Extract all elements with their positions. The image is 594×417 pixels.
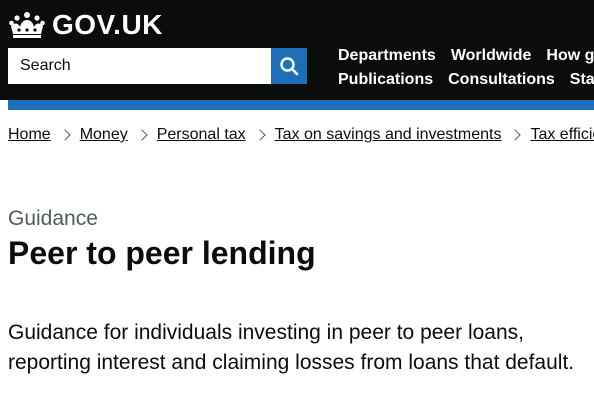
breadcrumb-money[interactable]: Money bbox=[80, 126, 128, 144]
breadcrumb-tax-efficient-savings[interactable]: Tax efficient savings and investments bbox=[530, 126, 594, 144]
site-header: GOV.UK Departments Worldwide How governm… bbox=[0, 0, 594, 100]
header-blue-bar bbox=[8, 100, 594, 110]
nav-row-1: Departments Worldwide How government wor… bbox=[338, 44, 594, 68]
nav-link-worldwide[interactable]: Worldwide bbox=[451, 47, 532, 65]
breadcrumb: Home Money Personal tax Tax on savings a… bbox=[8, 124, 594, 146]
breadcrumb-tax-on-savings[interactable]: Tax on savings and investments bbox=[275, 126, 502, 144]
search-form bbox=[8, 48, 307, 84]
nav-link-how-government-works[interactable]: How government works bbox=[546, 47, 594, 65]
chevron-right-icon bbox=[253, 129, 266, 141]
logo-text: GOV.UK bbox=[52, 9, 163, 40]
nav-row-2: Publications Consultations Statistics bbox=[338, 68, 594, 92]
nav-link-consultations[interactable]: Consultations bbox=[448, 71, 555, 89]
nav-link-publications[interactable]: Publications bbox=[338, 71, 433, 89]
search-input[interactable] bbox=[8, 48, 271, 84]
page-caption: Guidance bbox=[8, 207, 98, 230]
breadcrumb-home[interactable]: Home bbox=[8, 126, 51, 144]
search-button[interactable] bbox=[271, 48, 307, 84]
page-lead-paragraph: Guidance for individuals investing in pe… bbox=[8, 321, 575, 374]
nav-link-statistics[interactable]: Statistics bbox=[570, 71, 594, 89]
chevron-right-icon bbox=[509, 129, 522, 141]
chevron-right-icon bbox=[136, 129, 148, 141]
nav-link-departments[interactable]: Departments bbox=[338, 47, 436, 65]
page-title: Peer to peer lending bbox=[8, 235, 316, 271]
chevron-right-icon bbox=[59, 129, 71, 141]
govuk-logo-link[interactable]: GOV.UK bbox=[8, 10, 163, 40]
search-icon bbox=[280, 57, 299, 76]
crown-icon bbox=[9, 12, 45, 38]
breadcrumb-personal-tax[interactable]: Personal tax bbox=[157, 126, 246, 144]
main-navigation: Departments Worldwide How government wor… bbox=[338, 44, 594, 92]
